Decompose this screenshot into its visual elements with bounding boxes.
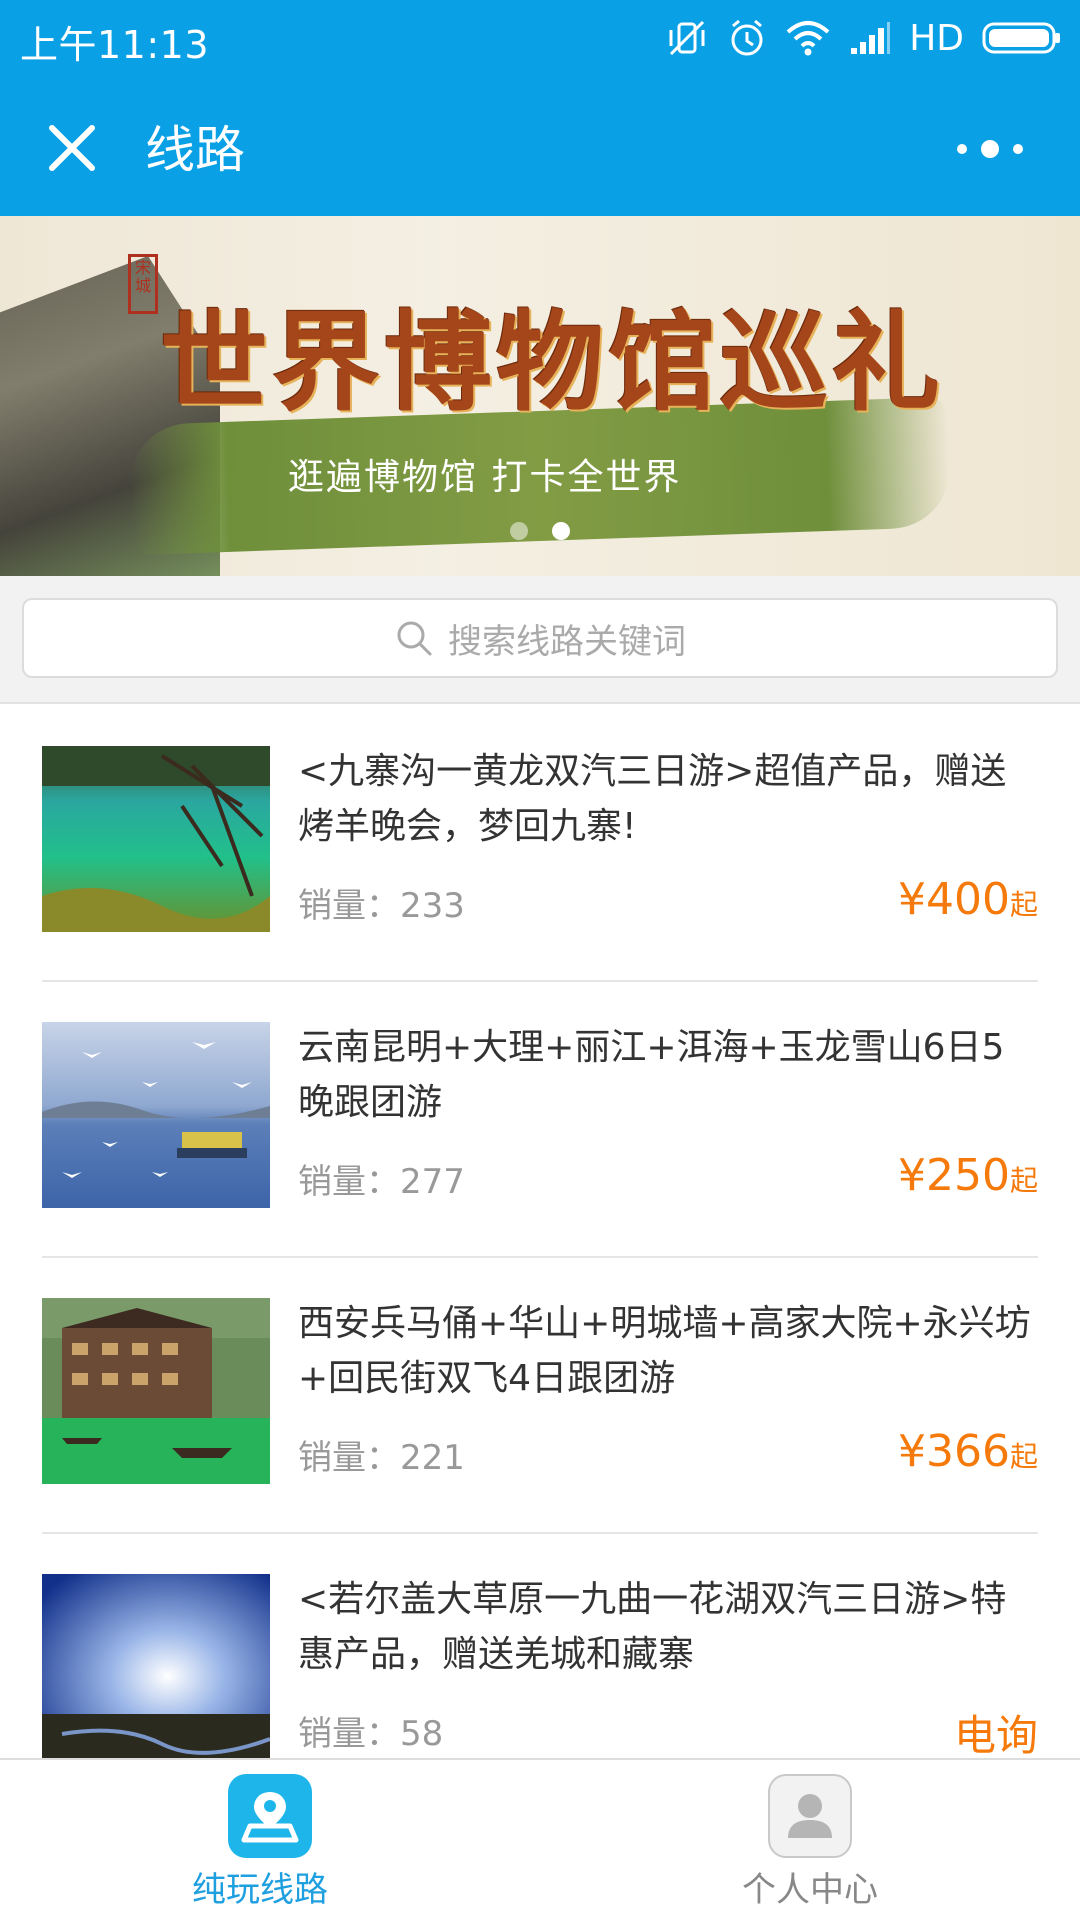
price-suffix: 起	[1009, 1164, 1038, 1197]
price-value: 电询	[953, 1711, 1038, 1760]
more-dots-icon[interactable]	[942, 126, 1042, 172]
pagination-dot[interactable]	[510, 522, 528, 540]
price-value: ¥250	[898, 1150, 1010, 1201]
price-suffix: 起	[1009, 888, 1038, 921]
banner-pagination	[0, 522, 1080, 540]
route-sales: 销量：58	[298, 1714, 444, 1754]
search-placeholder: 搜索线路关键词	[448, 621, 686, 662]
route-sales: 销量：221	[298, 1438, 465, 1478]
tab-label: 个人中心	[742, 1870, 878, 1910]
route-name: <九寨沟一黄龙双汽三日游>超值产品，赠送烤羊晚会，梦回九寨!	[298, 751, 1007, 847]
user-icon	[768, 1774, 852, 1858]
route-sales: 销量：277	[298, 1162, 465, 1202]
banner-subtitle: 逛遍博物馆 打卡全世界	[288, 457, 682, 498]
price-suffix: 起	[1009, 1440, 1038, 1473]
route-price: 电询	[954, 1702, 1038, 1763]
search-input[interactable]: 搜索线路关键词	[22, 598, 1058, 678]
route-price: ¥366起	[898, 1426, 1038, 1477]
vibrate-off-icon	[669, 20, 705, 56]
price-value: ¥366	[898, 1426, 1010, 1477]
map-pin-icon	[228, 1774, 312, 1858]
route-item[interactable]: <九寨沟一黄龙双汽三日游>超值产品，赠送烤羊晚会，梦回九寨! 销量：233 ¥4…	[0, 706, 1080, 982]
route-price: ¥250起	[898, 1150, 1038, 1201]
status-time: 上午11:13	[20, 23, 210, 67]
app-root: 上午11:13 HD 线路 宋城 世界博物馆巡礼 逛遍博物馆 打卡全世界 搜索线…	[0, 0, 1080, 1920]
route-item[interactable]: 云南昆明+大理+丽江+洱海+玉龙雪山6日5晚跟团游 销量：277 ¥250起	[0, 982, 1080, 1258]
route-thumbnail	[42, 1298, 270, 1484]
network-type: HD	[909, 17, 964, 59]
bottom-tab-bar: 纯玩线路 个人中心	[0, 1758, 1080, 1920]
banner-seal: 宋城	[128, 254, 158, 314]
search-icon	[397, 621, 432, 656]
title-bar: 线路	[0, 78, 1080, 216]
status-bar: 上午11:13 HD	[0, 0, 1080, 78]
route-sales: 销量：233	[298, 886, 465, 926]
route-list: <九寨沟一黄龙双汽三日游>超值产品，赠送烤羊晚会，梦回九寨! 销量：233 ¥4…	[0, 706, 1080, 1810]
alarm-icon	[731, 19, 763, 56]
search-bar: 搜索线路关键词	[0, 576, 1080, 704]
route-name: <若尔盖大草原一九曲一花湖双汽三日游>特惠产品，赠送羌城和藏寨	[298, 1579, 1007, 1675]
status-icons: HD	[665, 12, 1062, 64]
route-price: ¥400起	[898, 874, 1038, 925]
tab-profile[interactable]: 个人中心	[540, 1760, 1080, 1920]
pagination-dot-active[interactable]	[552, 522, 570, 540]
route-name: 西安兵马俑+华山+明城墙+高家大院+永兴坊+回民街双飞4日跟团游	[298, 1303, 1031, 1399]
battery-icon	[982, 22, 1060, 54]
tab-routes[interactable]: 纯玩线路	[0, 1760, 540, 1920]
route-thumbnail	[42, 1574, 270, 1760]
signal-icon	[851, 22, 891, 54]
wifi-icon	[786, 21, 830, 56]
price-value: ¥400	[898, 874, 1010, 925]
banner-title: 世界博物馆巡礼	[160, 300, 945, 426]
page-title: 线路	[145, 121, 245, 179]
route-thumbnail	[42, 746, 270, 932]
route-name: 云南昆明+大理+丽江+洱海+玉龙雪山6日5晚跟团游	[298, 1027, 1005, 1123]
route-item[interactable]: 西安兵马俑+华山+明城墙+高家大院+永兴坊+回民街双飞4日跟团游 销量：221 …	[0, 1258, 1080, 1534]
close-icon[interactable]	[40, 116, 104, 180]
route-thumbnail	[42, 1022, 270, 1208]
tab-label: 纯玩线路	[192, 1870, 328, 1910]
